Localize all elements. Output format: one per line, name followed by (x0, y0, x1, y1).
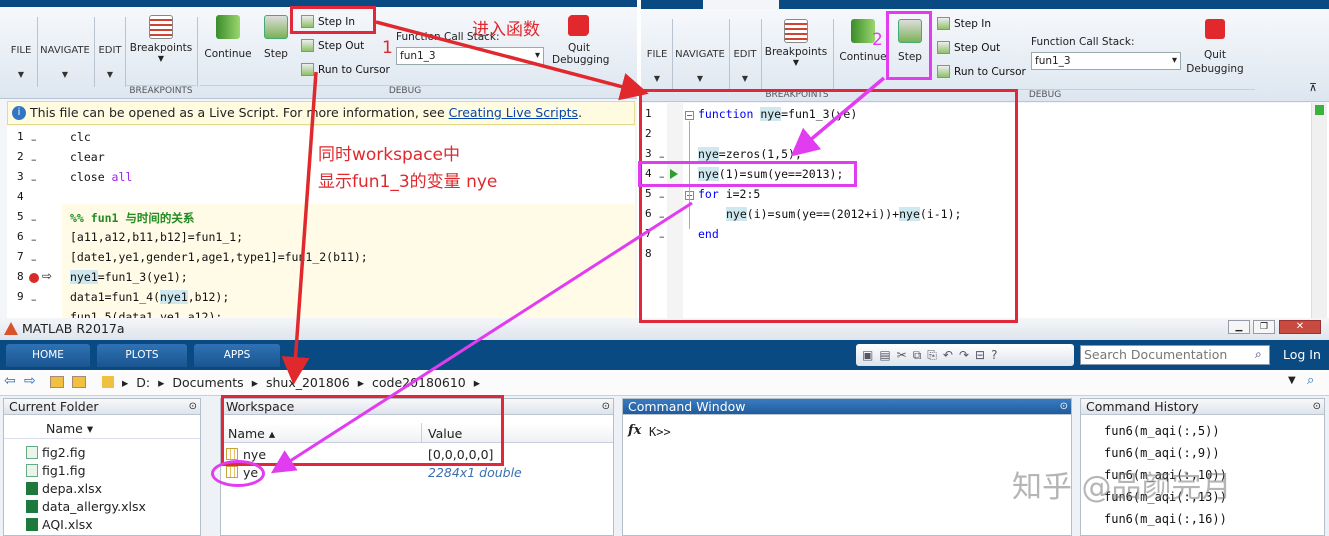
annotation-arrows (270, 20, 886, 474)
magenta-arrow-step-to-line (790, 76, 886, 157)
magenta-arrow-to-ye (270, 201, 693, 474)
red-arrow-to-function (375, 20, 649, 101)
red-arrow-to-workspace (281, 71, 318, 385)
